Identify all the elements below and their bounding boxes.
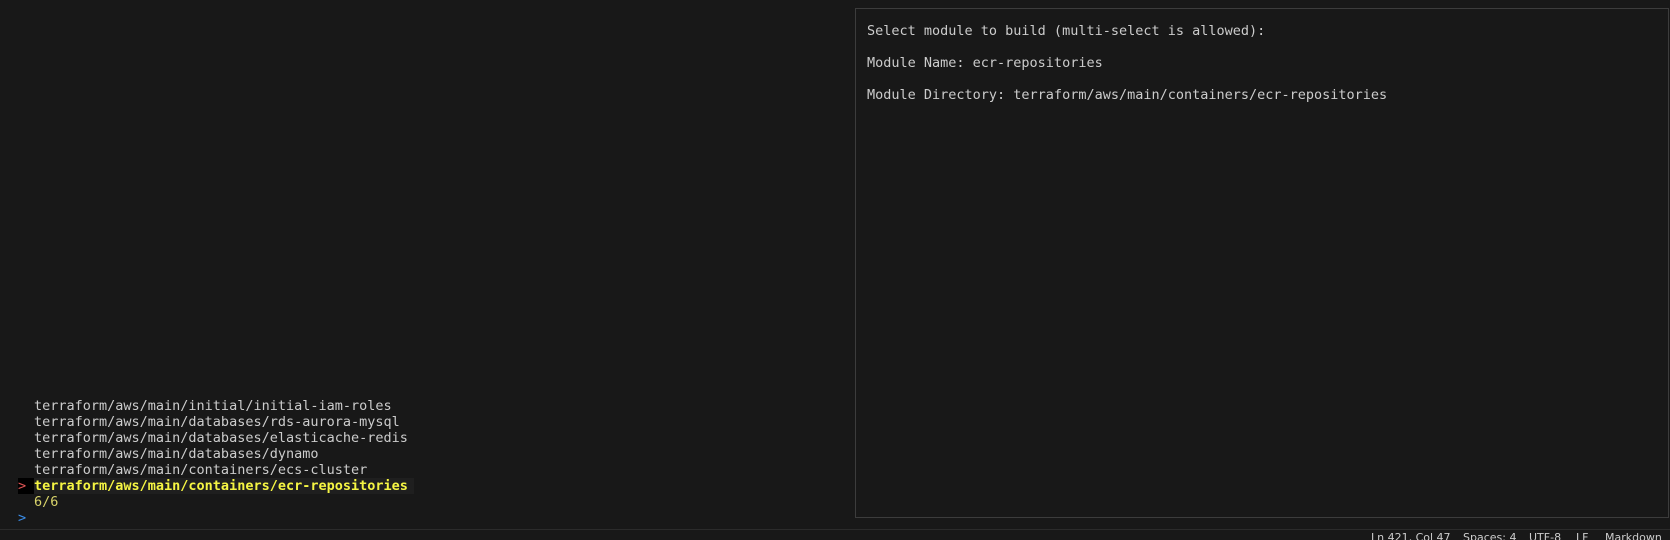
list-item[interactable]: terraform/aws/main/databases/dynamo [0,446,840,462]
status-cursor-position[interactable]: Ln 421, Col 47 [1371,531,1451,540]
list-item[interactable]: terraform/aws/main/initial/initial-iam-r… [0,398,840,414]
match-count: 6/6 [34,494,59,510]
module-path: terraform/aws/main/initial/initial-iam-r… [34,398,392,414]
preview-header: Select module to build (multi-select is … [867,23,1266,39]
preview-module-directory: Module Directory: terraform/aws/main/con… [867,87,1388,103]
preview-window: Select module to build (multi-select is … [855,8,1669,518]
status-language[interactable]: Markdown [1605,531,1662,540]
module-path: terraform/aws/main/containers/ecs-cluste… [34,462,368,478]
preview-module-name: Module Name: ecr-repositories [867,55,1103,71]
module-path: terraform/aws/main/databases/elasticache… [34,430,408,446]
status-encoding[interactable]: UTF-8 [1529,531,1561,540]
module-path: terraform/aws/main/databases/rds-aurora-… [34,414,400,430]
search-prompt[interactable]: > [18,510,26,526]
list-item[interactable]: terraform/aws/main/databases/rds-aurora-… [0,414,840,430]
list-item[interactable]: terraform/aws/main/containers/ecs-cluste… [0,462,840,478]
module-path: terraform/aws/main/containers/ecr-reposi… [34,478,414,494]
list-item[interactable]: terraform/aws/main/databases/elasticache… [0,430,840,446]
status-bar: Ln 421, Col 47 Spaces: 4 UTF-8 LF Markdo… [0,529,1670,540]
module-path: terraform/aws/main/databases/dynamo [34,446,319,462]
selection-pointer-icon: > [18,478,27,494]
status-eol[interactable]: LF [1576,531,1588,540]
fzf-result-list: terraform/aws/main/initial/initial-iam-r… [0,398,840,494]
status-indentation[interactable]: Spaces: 4 [1463,531,1516,540]
terminal-panel[interactable]: terraform/aws/main/initial/initial-iam-r… [0,0,1670,529]
list-item-selected[interactable]: > terraform/aws/main/containers/ecr-repo… [0,478,840,494]
